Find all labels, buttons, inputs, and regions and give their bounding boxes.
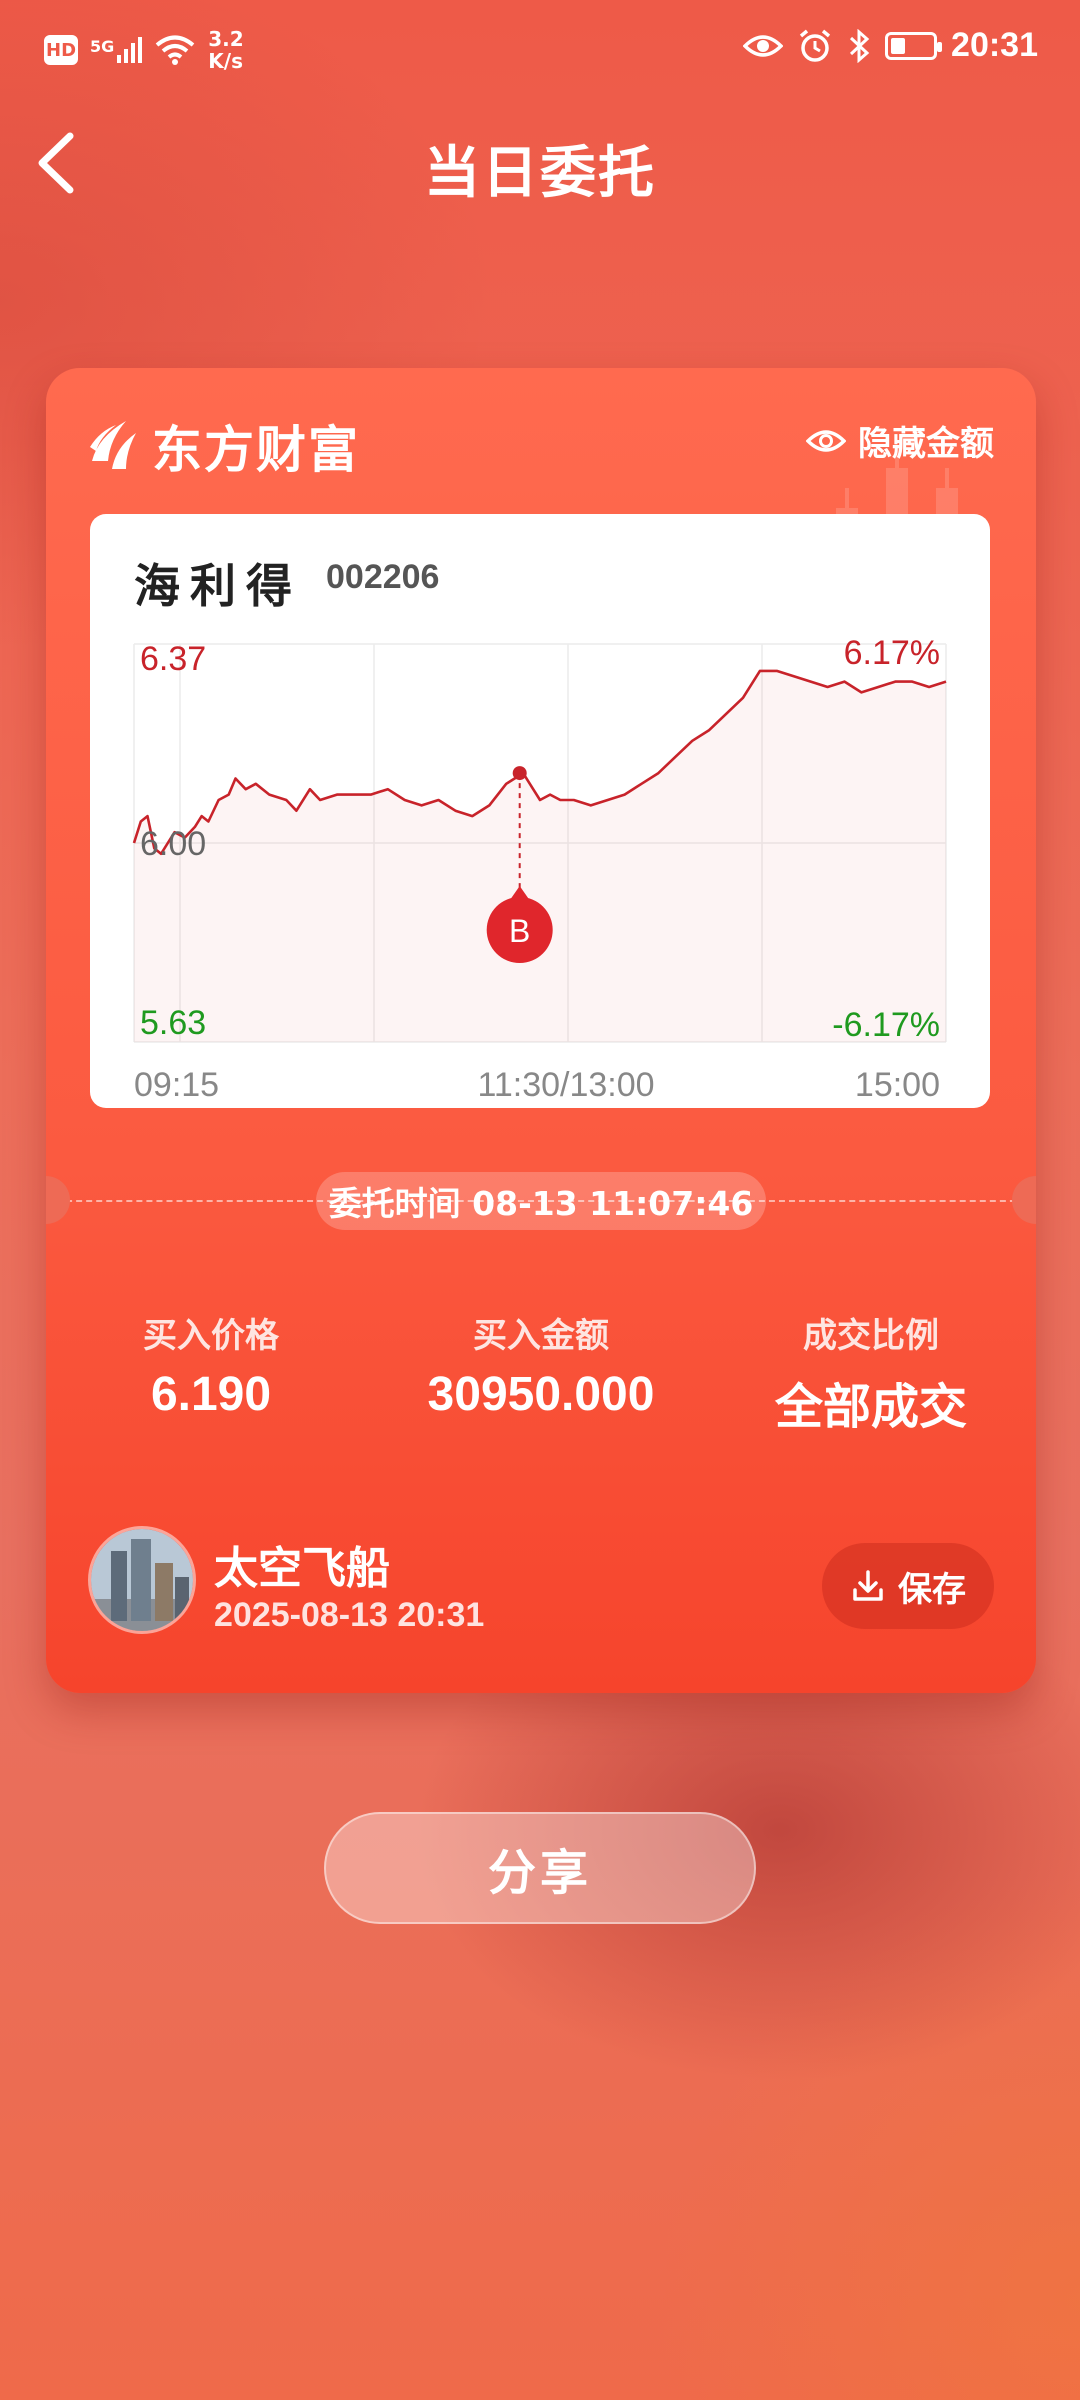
- stat-label: 买入金额: [473, 1316, 609, 1356]
- eye-icon: [806, 429, 846, 452]
- save-button[interactable]: 保存: [822, 1543, 994, 1629]
- price-area: [134, 670, 946, 1042]
- stat-value: 30950.000: [427, 1368, 655, 1421]
- net-speed-unit: K/s: [208, 49, 243, 73]
- status-right: 20:31: [743, 26, 1038, 65]
- y-tick-label: 5.63: [140, 1004, 206, 1042]
- eastmoney-logo-icon: [90, 421, 136, 469]
- download-icon: [853, 1570, 883, 1601]
- order-card: 东方财富 隐藏金额 海利得 002206 6.37 6.00 5.63 6.17% -6…: [46, 368, 1036, 1693]
- hide-amount-label: 隐藏金额: [858, 424, 994, 464]
- status-time: 20:31: [951, 26, 1038, 64]
- x-tick-label: 11:30/13:00: [477, 1066, 654, 1104]
- signal-icon: 5G: [90, 37, 143, 63]
- intraday-chart: 6.37 6.00 5.63 6.17% -6.17% 09:15 11:30/13:00 1…: [132, 634, 947, 1104]
- stat-buy-price: 买入价格 6.190: [46, 1308, 376, 1422]
- wifi-icon: [155, 35, 195, 65]
- net-speed: 3.2 K/s: [208, 28, 243, 72]
- pct-label-down: -6.17%: [832, 1006, 940, 1044]
- ticket-notch-right: [1012, 1176, 1036, 1224]
- brand-name: 东方财富: [152, 421, 360, 479]
- buy-marker-label: B: [509, 913, 530, 949]
- y-tick-label: 6.37: [140, 640, 206, 678]
- stat-fill-ratio: 成交比例 全部成交: [706, 1308, 1036, 1437]
- save-label: 保存: [898, 1569, 966, 1610]
- hd-icon: HD: [44, 35, 78, 65]
- y-tick-label: 6.00: [140, 825, 206, 863]
- avatar-image: [91, 1529, 193, 1631]
- stat-buy-amount: 买入金额 30950.000: [376, 1308, 706, 1422]
- ticket-notch-left: [46, 1176, 70, 1224]
- net-speed-value: 3.2: [208, 27, 244, 51]
- stat-value: 6.190: [150, 1368, 272, 1421]
- network-type: 5G: [90, 37, 115, 56]
- page-title: 当日委托: [424, 141, 656, 206]
- chart-panel: 海利得 002206 6.37 6.00 5.63 6.17% -6.17% 09:15 1…: [90, 514, 990, 1108]
- status-left: HD 5G 3.2 K/s: [44, 28, 244, 72]
- eye-icon: [743, 34, 784, 57]
- x-tick-label: 15:00: [855, 1066, 940, 1104]
- stat-label: 买入价格: [143, 1316, 279, 1356]
- x-tick-label: 09:15: [134, 1066, 219, 1104]
- battery-icon: [885, 31, 943, 60]
- order-time-pill: 委托时间 08-13 11:07:46: [316, 1172, 766, 1230]
- pct-label-up: 6.17%: [844, 634, 940, 672]
- user-name: 太空飞船: [214, 1543, 390, 1594]
- avatar: [88, 1526, 196, 1634]
- share-button[interactable]: 分享: [324, 1812, 756, 1924]
- stat-value: 全部成交: [774, 1379, 967, 1435]
- hide-amount-toggle[interactable]: 隐藏金额: [806, 416, 994, 465]
- status-bar: HD 5G 3.2 K/s 20:31: [0, 0, 1080, 100]
- bluetooth-icon: [850, 28, 870, 63]
- stat-label: 成交比例: [803, 1316, 939, 1356]
- brand: 东方财富: [86, 410, 360, 482]
- share-timestamp: 2025-08-13 20:31: [214, 1596, 485, 1634]
- alarm-icon: [799, 29, 831, 62]
